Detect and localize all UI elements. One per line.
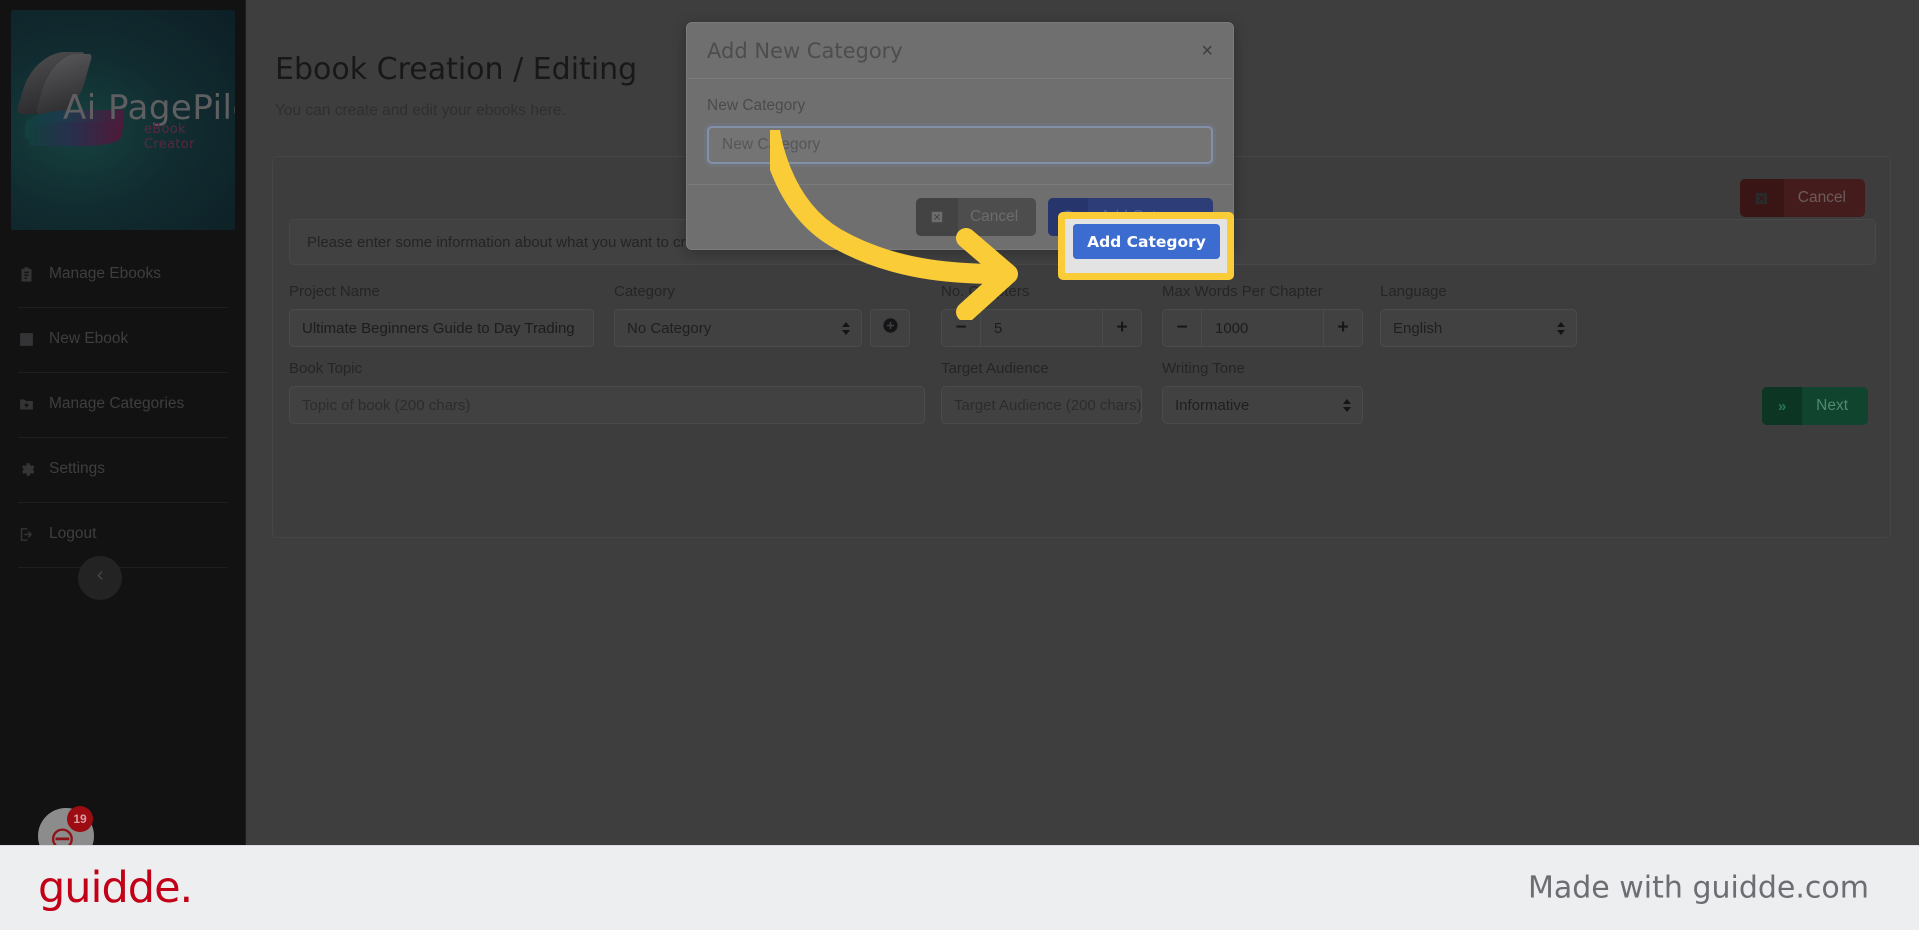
close-icon[interactable]: × [1201, 41, 1213, 61]
max-words-stepper[interactable]: − 1000 + [1162, 309, 1363, 347]
category-select[interactable]: No Category [614, 309, 862, 347]
modal-header: Add New Category × [687, 23, 1233, 79]
max-words-value[interactable]: 1000 [1202, 309, 1323, 347]
language-select-value: English [1393, 319, 1443, 337]
sidebar-item-label: Manage Categories [49, 395, 185, 412]
sidebar-item-logout[interactable]: Logout [0, 503, 246, 565]
sidebar-item-manage-ebooks[interactable]: Manage Ebooks [0, 243, 246, 305]
target-audience-label: Target Audience [941, 360, 1049, 377]
clipboard-list-icon [18, 266, 35, 283]
screenshot-root: Ai PagePilot eBook Creator Manage Ebooks… [0, 0, 1919, 930]
writing-tone-label: Writing Tone [1162, 360, 1245, 377]
book-icon [18, 331, 35, 348]
add-category-button[interactable] [870, 309, 910, 347]
target-audience-input[interactable]: Target Audience (200 chars) [941, 386, 1142, 424]
new-category-label: New Category [707, 97, 806, 114]
chevron-double-right-icon: » [1762, 387, 1803, 425]
no-chapters-value[interactable]: 5 [981, 309, 1102, 347]
cancel-button-label: Cancel [1797, 189, 1846, 206]
app-logo: Ai PagePilot eBook Creator [11, 10, 235, 230]
writing-tone-select-value: Informative [1175, 396, 1250, 414]
sidebar-item-label: Settings [49, 460, 106, 477]
category-label: Category [614, 283, 675, 300]
no-chapters-stepper[interactable]: − 5 + [941, 309, 1142, 347]
modal-body: New Category New Category [687, 79, 1233, 185]
book-topic-label: Book Topic [289, 360, 363, 377]
sidebar-item-settings[interactable]: Settings [0, 438, 246, 500]
next-button[interactable]: » Next [1762, 387, 1868, 425]
gear-icon [18, 461, 35, 478]
writing-tone-select[interactable]: Informative [1162, 386, 1363, 424]
language-label: Language [1380, 283, 1447, 300]
page-title: Ebook Creation / Editing [275, 52, 638, 87]
highlighted-add-category-button[interactable]: Add Category [1073, 224, 1220, 259]
no-chapters-plus-button[interactable]: + [1102, 309, 1142, 347]
plus-circle-icon [882, 317, 899, 339]
sidebar-item-new-ebook[interactable]: New Ebook [0, 308, 246, 370]
category-select-value: No Category [627, 319, 712, 337]
chevron-updown-icon [1556, 320, 1566, 336]
folder-plus-icon [18, 396, 35, 413]
max-words-minus-button[interactable]: − [1162, 309, 1202, 347]
guidde-logo: guidde. [38, 863, 193, 913]
modal-title: Add New Category [707, 38, 903, 63]
sidebar-nav: Manage Ebooks New Ebook Manage Categorie… [0, 243, 246, 568]
chevron-left-icon [94, 569, 107, 587]
sidebar-item-manage-categories[interactable]: Manage Categories [0, 373, 246, 435]
chat-unread-badge: 19 [67, 806, 93, 832]
sidebar-divider [18, 567, 228, 568]
sidebar-item-label: Logout [49, 525, 97, 542]
logout-icon [18, 526, 35, 543]
cancel-button[interactable]: Cancel [1739, 179, 1865, 217]
book-topic-input[interactable]: Topic of book (200 chars) [289, 386, 925, 424]
chevron-updown-icon [1342, 397, 1352, 413]
new-category-input[interactable]: New Category [707, 126, 1213, 164]
next-button-label: Next [1816, 397, 1848, 414]
max-words-label: Max Words Per Chapter [1162, 283, 1323, 300]
made-with-guidde-text: Made with guidde.com [1527, 870, 1869, 906]
logo-tagline-text: eBook Creator [144, 122, 195, 152]
page-subtitle: You can create and edit your ebooks here… [275, 102, 566, 119]
sidebar-collapse-button[interactable] [78, 556, 122, 600]
no-chapters-minus-button[interactable]: − [941, 309, 981, 347]
sidebar: Ai PagePilot eBook Creator Manage Ebooks… [0, 0, 246, 864]
modal-cancel-label: Cancel [969, 208, 1019, 225]
close-box-icon [1739, 179, 1784, 217]
highlight-annotation: Add Category [1058, 212, 1234, 280]
modal-cancel-button[interactable]: Cancel [915, 198, 1037, 236]
guidde-footer: guidde. Made with guidde.com [0, 845, 1919, 930]
project-name-label: Project Name [289, 283, 380, 300]
project-name-input[interactable]: Ultimate Beginners Guide to Day Trading [289, 309, 594, 347]
language-select[interactable]: English [1380, 309, 1577, 347]
sidebar-item-label: Manage Ebooks [49, 265, 162, 282]
sidebar-item-label: New Ebook [49, 330, 129, 347]
max-words-plus-button[interactable]: + [1323, 309, 1363, 347]
no-chapters-label: No. Chapters [941, 283, 1030, 300]
close-box-icon [915, 198, 958, 236]
chevron-updown-icon [841, 320, 851, 336]
